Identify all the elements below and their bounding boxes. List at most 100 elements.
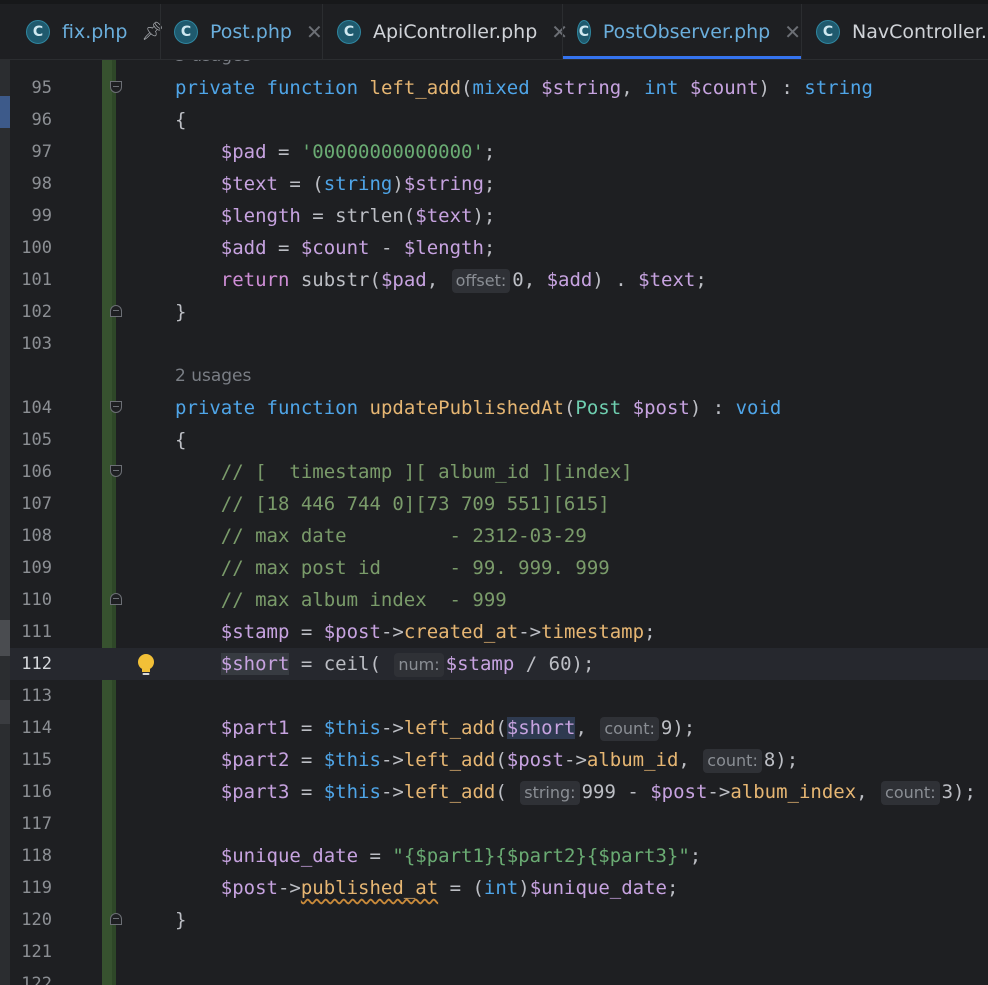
line-number: 95 — [31, 78, 52, 98]
code-text: } — [175, 909, 187, 931]
code-line-current[interactable]: 112 $short = ceil( num: $stamp / 60); — [10, 648, 988, 680]
code-line[interactable]: 97 $pad = '00000000000000'; — [10, 136, 988, 168]
code-line[interactable]: 96 { — [10, 104, 988, 136]
parameter-hint: num: — [394, 653, 444, 677]
fold-icon[interactable] — [110, 913, 122, 925]
code-line[interactable]: 102 } — [10, 296, 988, 328]
code-line[interactable]: 109 // max post id - 99. 999. 999 — [10, 552, 988, 584]
parameter-hint: string: — [520, 781, 580, 805]
fold-icon[interactable] — [110, 81, 122, 93]
line-number: 107 — [21, 494, 52, 514]
usage-hint-row: 2 usages — [10, 360, 988, 392]
line-number: 111 — [21, 622, 52, 642]
code-text: $part3 = $this->left_add( string: 999 - $… — [220, 781, 976, 805]
code-line[interactable]: 108 // max date - 2312-03-29 — [10, 520, 988, 552]
tab-label: ApiController.php — [373, 20, 538, 43]
tab-postobserver-php[interactable]: C PostObserver.php ✕ — [563, 4, 801, 59]
code-text: // [18 446 744 0][73 709 551][615] — [220, 493, 610, 515]
line-number: 105 — [21, 430, 52, 450]
line-number: 102 — [21, 302, 52, 322]
code-text: $post->published_at = (int)$unique_date; — [220, 877, 679, 899]
tab-label: Post.php — [210, 20, 292, 43]
line-number: 122 — [21, 974, 52, 985]
code-line[interactable]: 118 $unique_date = "{$part1}{$part2}{$pa… — [10, 840, 988, 872]
code-text: $text = (string)$string; — [220, 173, 496, 195]
line-number: 101 — [21, 270, 52, 290]
line-number: 113 — [21, 686, 52, 706]
line-number: 121 — [21, 942, 52, 962]
fold-icon[interactable] — [110, 465, 122, 477]
line-number: 97 — [31, 142, 52, 162]
code-line[interactable]: 98 $text = (string)$string; — [10, 168, 988, 200]
line-number: 98 — [31, 174, 52, 194]
code-line[interactable]: 114 $part1 = $this->left_add($short, cou… — [10, 712, 988, 744]
tool-window-strip — [0, 60, 10, 985]
code-line[interactable]: 120 } — [10, 904, 988, 936]
scroll-marker — [0, 96, 10, 128]
code-line[interactable]: 100 $add = $count - $length; — [10, 232, 988, 264]
line-number: 112 — [21, 654, 52, 674]
line-number: 96 — [31, 110, 52, 130]
tab-label: fix.php — [62, 20, 128, 43]
code-line[interactable]: 113 — [10, 680, 988, 712]
line-number: 117 — [21, 814, 52, 834]
usage-hint-row: 3 usages — [10, 60, 988, 72]
close-icon[interactable]: ✕ — [306, 20, 323, 44]
scroll-marker — [0, 700, 10, 724]
code-text: $pad = '00000000000000'; — [220, 141, 496, 163]
code-line[interactable]: 105 { — [10, 424, 988, 456]
tab-apicontroller-php[interactable]: C ApiController.php ✕ — [337, 4, 568, 59]
code-line[interactable]: 110 // max album index - 999 — [10, 584, 988, 616]
code-text: } — [175, 301, 187, 323]
code-text: // max date - 2312-03-29 — [220, 525, 587, 547]
parameter-hint: count: — [703, 749, 762, 773]
code-line[interactable]: 107 // [18 446 744 0][73 709 551][615] — [10, 488, 988, 520]
line-number: 118 — [21, 846, 52, 866]
code-line[interactable]: 119 $post->published_at = (int)$unique_d… — [10, 872, 988, 904]
code-line[interactable]: 103 — [10, 328, 988, 360]
code-text: private function left_add(mixed $string,… — [175, 77, 873, 99]
parameter-hint: count: — [600, 717, 659, 741]
code-text: $part1 = $this->left_add($short, count: 9… — [220, 717, 696, 741]
code-text: { — [175, 429, 187, 451]
code-line[interactable]: 116 $part3 = $this->left_add( string: 999… — [10, 776, 988, 808]
code-text: $part2 = $this->left_add($post->album_id… — [220, 749, 799, 773]
tab-label: NavController.ph — [852, 20, 988, 43]
code-line[interactable]: 101 return substr($pad, offset: 0, $add) … — [10, 264, 988, 296]
line-number: 108 — [21, 526, 52, 546]
php-class-icon: C — [337, 19, 361, 44]
code-line[interactable]: 111 $stamp = $post->created_at->timestam… — [10, 616, 988, 648]
php-class-icon: C — [26, 19, 50, 44]
fold-icon[interactable] — [110, 593, 122, 605]
code-line[interactable]: 104 private function updatePublishedAt(P… — [10, 392, 988, 424]
tab-navcontroller-php[interactable]: C NavController.ph — [816, 4, 988, 59]
line-number: 109 — [21, 558, 52, 578]
line-number: 104 — [21, 398, 52, 418]
code-line[interactable]: 106 // [ timestamp ][ album_id ][index] — [10, 456, 988, 488]
lightbulb-icon[interactable] — [134, 652, 158, 678]
code-line[interactable]: 121 — [10, 936, 988, 968]
code-text: $unique_date = "{$part1}{$part2}{$part3}… — [220, 845, 702, 867]
code-line[interactable]: 115 $part2 = $this->left_add($post->albu… — [10, 744, 988, 776]
usage-hint[interactable]: 3 usages — [175, 60, 251, 72]
code-text: // max album index - 999 — [220, 589, 507, 611]
code-line[interactable]: 122 — [10, 968, 988, 985]
line-number: 119 — [21, 878, 52, 898]
code-editor[interactable]: 3 usages 95 private function left_add(mi… — [10, 60, 988, 985]
code-text: $length = strlen($text); — [220, 205, 496, 227]
tab-fix-php[interactable]: C fix.php 📌︎ — [26, 4, 164, 59]
editor-tab-bar: C fix.php 📌︎ C Post.php ✕ C ApiControlle… — [0, 0, 988, 60]
code-line[interactable]: 117 — [10, 808, 988, 840]
usage-hint[interactable]: 2 usages — [175, 360, 251, 392]
code-text: return substr($pad, offset: 0, $add) . $t… — [220, 269, 707, 293]
close-icon[interactable]: ✕ — [784, 20, 801, 44]
line-number: 116 — [21, 782, 52, 802]
php-class-icon: C — [816, 19, 840, 44]
code-line[interactable]: 99 $length = strlen($text); — [10, 200, 988, 232]
tab-post-php[interactable]: C Post.php ✕ — [174, 4, 323, 59]
scroll-marker — [0, 620, 10, 656]
fold-icon[interactable] — [110, 305, 122, 317]
fold-icon[interactable] — [110, 401, 122, 413]
code-line[interactable]: 95 private function left_add(mixed $stri… — [10, 72, 988, 104]
php-class-icon: C — [174, 19, 198, 44]
